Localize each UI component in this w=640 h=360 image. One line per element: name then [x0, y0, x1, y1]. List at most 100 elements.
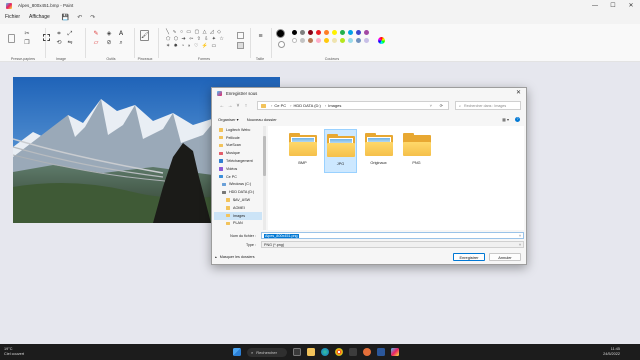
up-folder-icon[interactable]: ↑	[242, 103, 250, 109]
cancel-button[interactable]: Annuler	[489, 253, 521, 261]
shape-outline-icon[interactable]	[237, 32, 244, 39]
scrollbar-thumb[interactable]	[263, 136, 266, 176]
minimize-button[interactable]: —	[586, 0, 604, 11]
rotate-icon[interactable]: ⟲	[56, 40, 62, 46]
flip-icon[interactable]: ⇋	[67, 40, 73, 46]
shape-fill-icon[interactable]	[237, 42, 244, 49]
nav-item[interactable]: VueScan	[214, 142, 262, 150]
nav-item[interactable]: Windows (C:)	[214, 181, 262, 189]
edge-icon[interactable]	[321, 348, 329, 356]
color-swatch[interactable]	[308, 38, 313, 43]
filename-input[interactable]: Alpes_800x451.png ˅	[261, 232, 524, 239]
paste-icon[interactable]	[8, 34, 15, 43]
nav-item[interactable]: $AV_ASW	[214, 196, 262, 204]
color-swatch[interactable]	[324, 30, 329, 35]
color-picker-icon[interactable]: ⊘	[106, 40, 112, 46]
folder-item[interactable]: PNG	[400, 129, 433, 173]
nav-item[interactable]: Musique	[214, 149, 262, 157]
color-swatch[interactable]	[292, 30, 297, 35]
hide-folders-toggle[interactable]: ▴ Masquer les dossiers	[215, 255, 255, 259]
color-swatch[interactable]	[300, 30, 305, 35]
magnifier-icon[interactable]: ⌕	[118, 40, 124, 46]
color-swatch[interactable]	[348, 38, 353, 43]
eraser-icon[interactable]: ▱	[93, 40, 99, 46]
nav-item[interactable]: Vidéos	[214, 165, 262, 173]
new-folder-button[interactable]: Nouveau dossier	[247, 117, 277, 122]
help-icon[interactable]: ?	[515, 117, 520, 122]
nav-item[interactable]: Images	[214, 211, 262, 220]
chevron-down-icon[interactable]: ˅	[519, 234, 521, 238]
size-icon[interactable]: ≡	[256, 32, 265, 41]
taskbar-search[interactable]: ⌕ Rechercher	[247, 347, 287, 357]
text-icon[interactable]: A	[118, 31, 124, 37]
fill-icon[interactable]: ◈	[106, 31, 112, 37]
paint-taskbar-icon[interactable]	[391, 348, 399, 356]
recent-locations-icon[interactable]: ˅	[234, 103, 242, 109]
address-dropdown-icon[interactable]: ˅	[430, 103, 432, 108]
nav-item[interactable]: Pellicule	[214, 134, 262, 142]
maximize-button[interactable]: ☐	[604, 0, 622, 11]
color-swatch[interactable]	[332, 38, 337, 43]
color-swatch[interactable]	[316, 38, 321, 43]
back-icon[interactable]: ←	[218, 103, 226, 109]
pencil-icon[interactable]: ✎	[93, 31, 99, 37]
folder-item[interactable]: BMP	[286, 129, 319, 173]
save-button[interactable]: Enregistrer	[453, 253, 485, 261]
color-swatch[interactable]	[292, 38, 297, 43]
chrome-icon[interactable]	[335, 348, 343, 356]
search-box[interactable]: ⌕ Rechercher dans : Images	[455, 101, 521, 110]
forward-icon[interactable]: →	[226, 103, 234, 109]
undo-icon[interactable]: ↶	[77, 14, 82, 21]
nav-item[interactable]: AOMEI	[214, 204, 262, 212]
copy-icon[interactable]: ❐	[24, 40, 30, 46]
shapes-row-3-icon[interactable]: ✶ ✸ ◔ ◗ ♡ ⚡ ▭	[166, 43, 230, 49]
chevron-down-icon[interactable]: ˅	[519, 243, 521, 247]
color-swatch[interactable]	[324, 38, 329, 43]
weather-widget[interactable]: 19°C Ciel couvert	[4, 347, 24, 356]
cut-icon[interactable]: ✂	[24, 31, 30, 37]
type-select[interactable]: PNG (*.png) ˅	[261, 241, 524, 248]
vlc-icon[interactable]	[363, 348, 371, 356]
primary-color[interactable]	[276, 29, 285, 38]
filename-value[interactable]: Alpes_800x451.png	[264, 233, 299, 238]
color-swatch[interactable]	[308, 30, 313, 35]
redo-icon[interactable]: ↷	[90, 14, 95, 21]
address-bar[interactable]: › Ce PC › HDD DATA (D:) › Images ˅ ⟳	[257, 101, 449, 110]
color-swatch[interactable]	[340, 38, 345, 43]
nav-item[interactable]: PLAN	[214, 220, 262, 228]
nav-item[interactable]: HDD DATA (D:)	[214, 188, 262, 196]
view-options-icon[interactable]: ▦ ▾	[502, 117, 509, 122]
organize-button[interactable]: Organiser ▾	[218, 117, 239, 122]
breadcrumb-ce-pc[interactable]: Ce PC	[274, 103, 286, 108]
nav-item[interactable]: Ce PC	[214, 173, 262, 181]
shapes-row-2-icon[interactable]: ⬠ ⬡ ➔ ⇦ ⇧ ⇩ ✦ ☆	[166, 36, 230, 42]
folder-item[interactable]: Originaux	[362, 129, 395, 173]
crop-icon[interactable]: ⌗	[56, 31, 62, 37]
breadcrumb-images[interactable]: Images	[328, 103, 341, 108]
color-swatch[interactable]	[332, 30, 337, 35]
color-swatch[interactable]	[364, 38, 369, 43]
close-button[interactable]: ✕	[622, 0, 640, 11]
shapes-row-1-icon[interactable]: ╲ ∿ ○ ▭ ▢ △ ◿ ◇	[166, 29, 230, 35]
start-icon[interactable]	[233, 348, 241, 356]
color-swatch[interactable]	[356, 30, 361, 35]
color-swatch[interactable]	[364, 30, 369, 35]
nav-item[interactable]: Logitech Webc	[214, 126, 262, 134]
resize-icon[interactable]: ⤢	[67, 31, 73, 37]
nav-item[interactable]: Téléchargement	[214, 157, 262, 165]
folder-item[interactable]: JPG	[324, 129, 357, 173]
dialog-close-button[interactable]: ✕	[516, 89, 521, 96]
save-icon[interactable]: 💾	[62, 14, 69, 21]
secondary-color[interactable]	[278, 41, 285, 48]
edit-colors-icon[interactable]	[378, 37, 385, 44]
color-swatch[interactable]	[300, 38, 305, 43]
brush-icon[interactable]: 🖌	[140, 30, 149, 41]
color-swatch[interactable]	[356, 38, 361, 43]
menu-fichier[interactable]: Fichier	[5, 14, 20, 20]
word-icon[interactable]	[377, 348, 385, 356]
file-explorer-icon[interactable]	[307, 348, 315, 356]
task-view-icon[interactable]	[293, 348, 301, 356]
refresh-icon[interactable]: ⟳	[440, 103, 443, 108]
color-swatch[interactable]	[348, 30, 353, 35]
menu-affichage[interactable]: Affichage	[29, 14, 50, 20]
